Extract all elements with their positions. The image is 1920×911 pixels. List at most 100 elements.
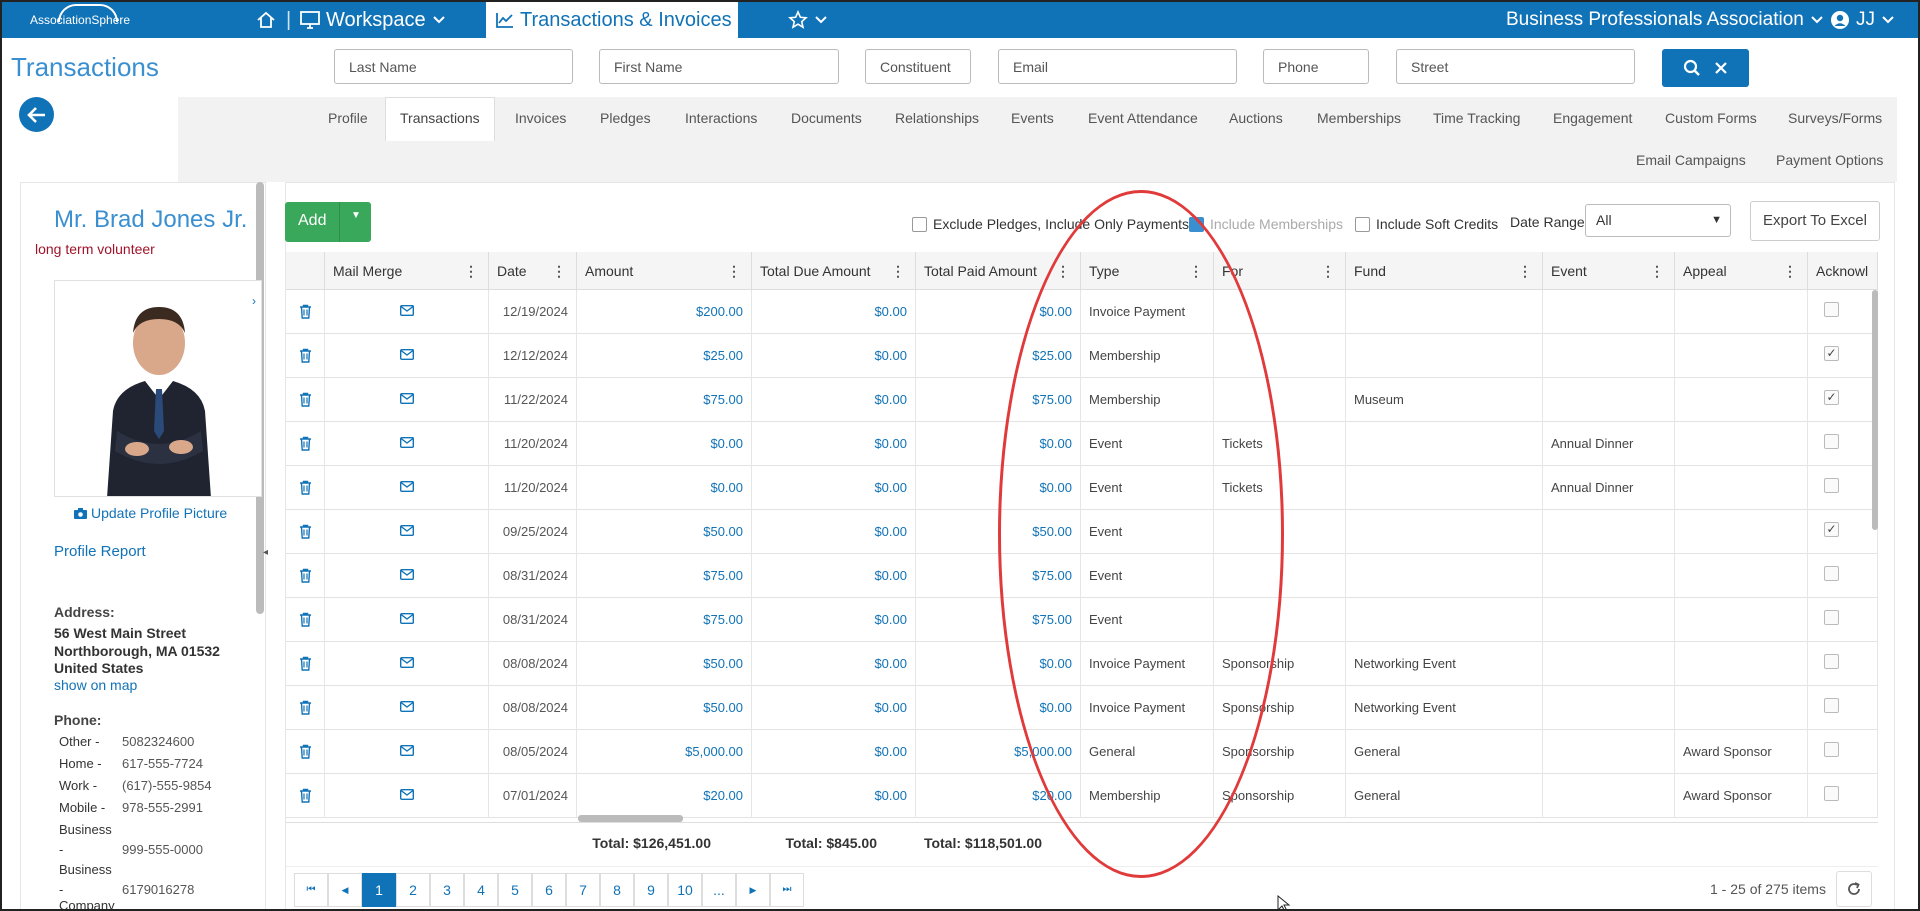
street-input[interactable]: [1396, 49, 1635, 84]
column-menu-icon[interactable]: ⋮: [1650, 252, 1664, 289]
page-button[interactable]: 9: [634, 873, 668, 907]
exclude-pledges-checkbox[interactable]: Exclude Pledges, Include Only Payments: [912, 216, 1189, 232]
column-header-fund[interactable]: Fund ⋮: [1346, 252, 1543, 290]
cell-amount[interactable]: $0.00: [577, 466, 752, 510]
envelope-icon[interactable]: [400, 305, 414, 316]
page-button[interactable]: 5: [498, 873, 532, 907]
phone-input[interactable]: [1263, 49, 1369, 84]
search-icon[interactable]: [1683, 59, 1701, 77]
cell-paid[interactable]: $20.00: [916, 774, 1081, 818]
tab-engagement[interactable]: Engagement: [1553, 107, 1632, 129]
collapse-sidebar-icon[interactable]: ◂: [263, 547, 268, 558]
trash-icon[interactable]: [299, 348, 312, 363]
tab-invoices[interactable]: Invoices: [515, 107, 566, 129]
column-header-type[interactable]: Type ⋮: [1081, 252, 1214, 290]
tab-transactions[interactable]: Transactions: [385, 97, 495, 141]
email-input[interactable]: [998, 49, 1237, 84]
tab-documents[interactable]: Documents: [791, 107, 862, 129]
cell-due[interactable]: $0.00: [752, 422, 916, 466]
envelope-icon[interactable]: [400, 789, 414, 800]
refresh-button[interactable]: [1836, 871, 1872, 907]
cell-due[interactable]: $0.00: [752, 686, 916, 730]
acknowledged-checkbox[interactable]: [1824, 698, 1839, 713]
next-page-icon[interactable]: ▶: [736, 873, 770, 907]
previous-page-icon[interactable]: ◀: [328, 873, 362, 907]
trash-icon[interactable]: [299, 436, 312, 451]
column-header-date[interactable]: Date ⋮: [489, 252, 577, 290]
acknowledged-checkbox[interactable]: [1824, 478, 1839, 493]
page-button[interactable]: 7: [566, 873, 600, 907]
cell-paid[interactable]: $0.00: [916, 686, 1081, 730]
envelope-icon[interactable]: [400, 525, 414, 536]
acknowledged-checkbox[interactable]: [1824, 654, 1839, 669]
cell-paid[interactable]: $0.00: [916, 290, 1081, 334]
column-header-event[interactable]: Event ⋮: [1543, 252, 1675, 290]
cell-paid[interactable]: $5,000.00: [916, 730, 1081, 774]
workspace-menu[interactable]: Workspace: [300, 2, 446, 38]
column-menu-icon[interactable]: ⋮: [1189, 252, 1203, 289]
page-button[interactable]: 8: [600, 873, 634, 907]
column-header-appeal[interactable]: Appeal ⋮: [1675, 252, 1808, 290]
cell-due[interactable]: $0.00: [752, 510, 916, 554]
tab-event-attendance[interactable]: Event Attendance: [1088, 107, 1198, 129]
phone-number[interactable]: 617-555-7724: [122, 756, 203, 771]
column-menu-icon[interactable]: ⋮: [891, 252, 905, 289]
grid-vertical-scrollbar[interactable]: [1872, 290, 1878, 530]
tab-profile[interactable]: Profile: [328, 107, 368, 129]
tab-surveys-forms[interactable]: Surveys/Forms: [1788, 107, 1882, 129]
include-memberships-box[interactable]: [1189, 216, 1204, 232]
envelope-icon[interactable]: [400, 657, 414, 668]
cell-due[interactable]: $0.00: [752, 290, 916, 334]
column-menu-icon[interactable]: ⋮: [1056, 252, 1070, 289]
column-header-amount[interactable]: Amount ⋮: [577, 252, 752, 290]
last-page-icon[interactable]: ⏭: [770, 873, 804, 907]
include-soft-credits-checkbox[interactable]: Include Soft Credits: [1355, 216, 1498, 232]
profile-report-link[interactable]: Profile Report: [54, 543, 146, 560]
chevron-right-icon[interactable]: ›: [252, 294, 256, 308]
trash-icon[interactable]: [299, 656, 312, 671]
favorites-menu[interactable]: [788, 2, 828, 38]
trash-icon[interactable]: [299, 524, 312, 539]
phone-number[interactable]: 999-555-0000: [122, 842, 203, 857]
envelope-icon[interactable]: [400, 349, 414, 360]
column-header-for[interactable]: For ⋮: [1214, 252, 1346, 290]
tab-auctions[interactable]: Auctions: [1229, 107, 1283, 129]
acknowledged-checkbox[interactable]: [1824, 742, 1839, 757]
column-menu-icon[interactable]: ⋮: [552, 252, 566, 289]
tab-pledges[interactable]: Pledges: [600, 107, 651, 129]
last-name-input[interactable]: [334, 49, 573, 84]
cell-paid[interactable]: $50.00: [916, 510, 1081, 554]
tab-email-campaigns[interactable]: Email Campaigns: [1636, 149, 1746, 171]
cell-due[interactable]: $0.00: [752, 774, 916, 818]
acknowledged-checkbox[interactable]: ✓: [1824, 390, 1839, 405]
cell-paid[interactable]: $25.00: [916, 334, 1081, 378]
tab-payment-options[interactable]: Payment Options: [1776, 149, 1883, 171]
cell-amount[interactable]: $75.00: [577, 598, 752, 642]
app-logo[interactable]: AssociationSphere: [22, 4, 142, 34]
envelope-icon[interactable]: [400, 701, 414, 712]
cell-paid[interactable]: $0.00: [916, 422, 1081, 466]
cell-due[interactable]: $0.00: [752, 598, 916, 642]
cell-due[interactable]: $0.00: [752, 730, 916, 774]
cell-due[interactable]: $0.00: [752, 466, 916, 510]
trash-icon[interactable]: [299, 700, 312, 715]
page-button[interactable]: 2: [396, 873, 430, 907]
acknowledged-checkbox[interactable]: ✓: [1824, 346, 1839, 361]
back-button[interactable]: [19, 97, 54, 132]
transactions-invoices-menu[interactable]: Transactions & Invoices: [486, 2, 751, 38]
cell-amount[interactable]: $50.00: [577, 686, 752, 730]
first-name-input[interactable]: [599, 49, 839, 84]
cell-paid[interactable]: $75.00: [916, 554, 1081, 598]
cell-amount[interactable]: $75.00: [577, 554, 752, 598]
tab-interactions[interactable]: Interactions: [685, 107, 757, 129]
cell-paid[interactable]: $75.00: [916, 598, 1081, 642]
close-icon[interactable]: [1714, 61, 1728, 75]
cell-paid[interactable]: $0.00: [916, 466, 1081, 510]
cell-amount[interactable]: $20.00: [577, 774, 752, 818]
cell-amount[interactable]: $75.00: [577, 378, 752, 422]
column-menu-icon[interactable]: ⋮: [1518, 252, 1532, 289]
cell-amount[interactable]: $200.00: [577, 290, 752, 334]
trash-icon[interactable]: [299, 744, 312, 759]
grid-horizontal-scrollbar[interactable]: [578, 815, 683, 822]
tab-memberships[interactable]: Memberships: [1317, 107, 1401, 129]
